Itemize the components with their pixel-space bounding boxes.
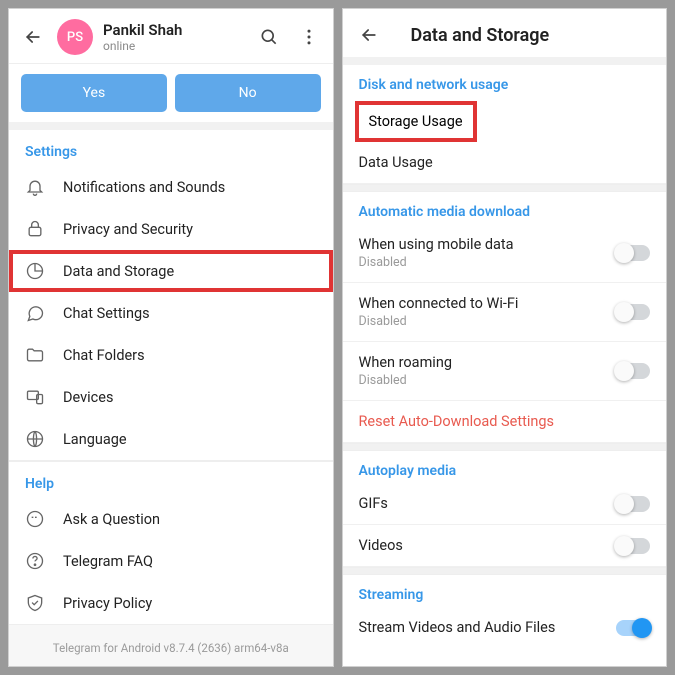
- sidebar-item-data-storage[interactable]: Data and Storage: [9, 250, 333, 292]
- data-usage-row[interactable]: Data Usage: [343, 142, 667, 184]
- sidebar-item-devices[interactable]: Devices: [9, 376, 333, 418]
- row-label: When using mobile data Disabled: [359, 236, 617, 270]
- sidebar-item-label: Privacy Policy: [63, 595, 152, 612]
- row-label: Stream Videos and Audio Files: [359, 619, 617, 636]
- row-label: GIFs: [359, 495, 617, 512]
- auto-roaming-row[interactable]: When roaming Disabled: [343, 342, 667, 401]
- confirm-row: Yes No: [9, 64, 333, 130]
- autoplay-header: Autoplay media: [343, 451, 667, 483]
- back-button[interactable]: [21, 25, 45, 49]
- section-gap: [343, 567, 667, 575]
- data-storage-panel: Data and Storage Disk and network usage …: [342, 8, 668, 667]
- storage-header: Data and Storage: [343, 9, 667, 65]
- yes-button[interactable]: Yes: [21, 74, 167, 112]
- reset-auto-download[interactable]: Reset Auto-Download Settings: [343, 401, 667, 443]
- data-usage-label: Data Usage: [359, 154, 651, 171]
- search-icon[interactable]: [257, 25, 281, 49]
- help-icon: [25, 551, 63, 571]
- section-gap: [343, 443, 667, 451]
- toggle-switch[interactable]: [616, 363, 650, 379]
- autoplay-gifs-row[interactable]: GIFs: [343, 483, 667, 525]
- header-actions: [257, 25, 321, 49]
- sidebar-item-label: Language: [63, 431, 127, 448]
- sidebar-item-privacy[interactable]: Privacy and Security: [9, 208, 333, 250]
- toggle-switch[interactable]: [616, 245, 650, 261]
- bell-icon: [25, 177, 63, 197]
- sidebar-item-chat-settings[interactable]: Chat Settings: [9, 292, 333, 334]
- back-button[interactable]: [357, 23, 381, 47]
- settings-panel: PS Pankil Shah online Yes No Settings No…: [8, 8, 334, 667]
- disk-section-header: Disk and network usage: [343, 65, 667, 97]
- sidebar-item-language[interactable]: Language: [9, 418, 333, 460]
- toggle-switch[interactable]: [616, 538, 650, 554]
- devices-icon: [25, 387, 63, 407]
- help-section-header: Help: [9, 462, 333, 498]
- auto-mobile-row[interactable]: When using mobile data Disabled: [343, 224, 667, 283]
- auto-wifi-row[interactable]: When connected to Wi-Fi Disabled: [343, 283, 667, 342]
- globe-icon: [25, 429, 63, 449]
- sidebar-item-notifications[interactable]: Notifications and Sounds: [9, 166, 333, 208]
- auto-download-header: Automatic media download: [343, 192, 667, 224]
- sidebar-item-ask-question[interactable]: Ask a Question: [9, 498, 333, 540]
- sidebar-item-chat-folders[interactable]: Chat Folders: [9, 334, 333, 376]
- row-label: Videos: [359, 537, 617, 554]
- sidebar-item-label: Chat Settings: [63, 305, 150, 322]
- row-label: When connected to Wi-Fi Disabled: [359, 295, 617, 329]
- sidebar-item-privacy-policy[interactable]: Privacy Policy: [9, 582, 333, 624]
- row-subtitle: Disabled: [359, 373, 617, 388]
- row-title: When connected to Wi-Fi: [359, 295, 519, 312]
- storage-usage-label: Storage Usage: [355, 101, 477, 142]
- stream-row[interactable]: Stream Videos and Audio Files: [343, 607, 667, 648]
- row-subtitle: Disabled: [359, 255, 617, 270]
- sidebar-item-label: Privacy and Security: [63, 221, 193, 238]
- row-title: When roaming: [359, 354, 452, 371]
- autoplay-videos-row[interactable]: Videos: [343, 525, 667, 567]
- sidebar-item-label: Ask a Question: [63, 511, 160, 528]
- avatar[interactable]: PS: [57, 19, 93, 55]
- chat-icon: [25, 303, 63, 323]
- toggle-switch[interactable]: [616, 304, 650, 320]
- row-label: When roaming Disabled: [359, 354, 617, 388]
- profile-header: PS Pankil Shah online: [9, 9, 333, 64]
- shield-icon: [25, 593, 63, 613]
- more-icon[interactable]: [297, 25, 321, 49]
- no-button[interactable]: No: [175, 74, 321, 112]
- sidebar-item-faq[interactable]: Telegram FAQ: [9, 540, 333, 582]
- profile-name: Pankil Shah: [103, 21, 257, 39]
- streaming-header: Streaming: [343, 575, 667, 607]
- lock-icon: [25, 219, 63, 239]
- sidebar-item-label: Devices: [63, 389, 113, 406]
- question-chat-icon: [25, 509, 63, 529]
- sidebar-item-label: Data and Storage: [63, 263, 174, 280]
- storage-usage-row[interactable]: Storage Usage: [343, 97, 667, 142]
- profile-name-block: Pankil Shah online: [103, 21, 257, 53]
- page-title: Data and Storage: [411, 25, 550, 46]
- profile-status: online: [103, 39, 257, 53]
- row-subtitle: Disabled: [359, 314, 617, 329]
- toggle-switch[interactable]: [616, 620, 650, 636]
- version-footer: Telegram for Android v8.7.4 (2636) arm64…: [9, 624, 333, 667]
- toggle-switch[interactable]: [616, 496, 650, 512]
- folder-icon: [25, 345, 63, 365]
- reset-label: Reset Auto-Download Settings: [359, 413, 651, 430]
- sidebar-item-label: Chat Folders: [63, 347, 145, 364]
- section-gap: [343, 184, 667, 192]
- pie-icon: [25, 261, 63, 281]
- sidebar-item-label: Notifications and Sounds: [63, 179, 225, 196]
- row-title: When using mobile data: [359, 236, 514, 253]
- sidebar-item-label: Telegram FAQ: [63, 553, 153, 570]
- settings-section-header: Settings: [9, 130, 333, 166]
